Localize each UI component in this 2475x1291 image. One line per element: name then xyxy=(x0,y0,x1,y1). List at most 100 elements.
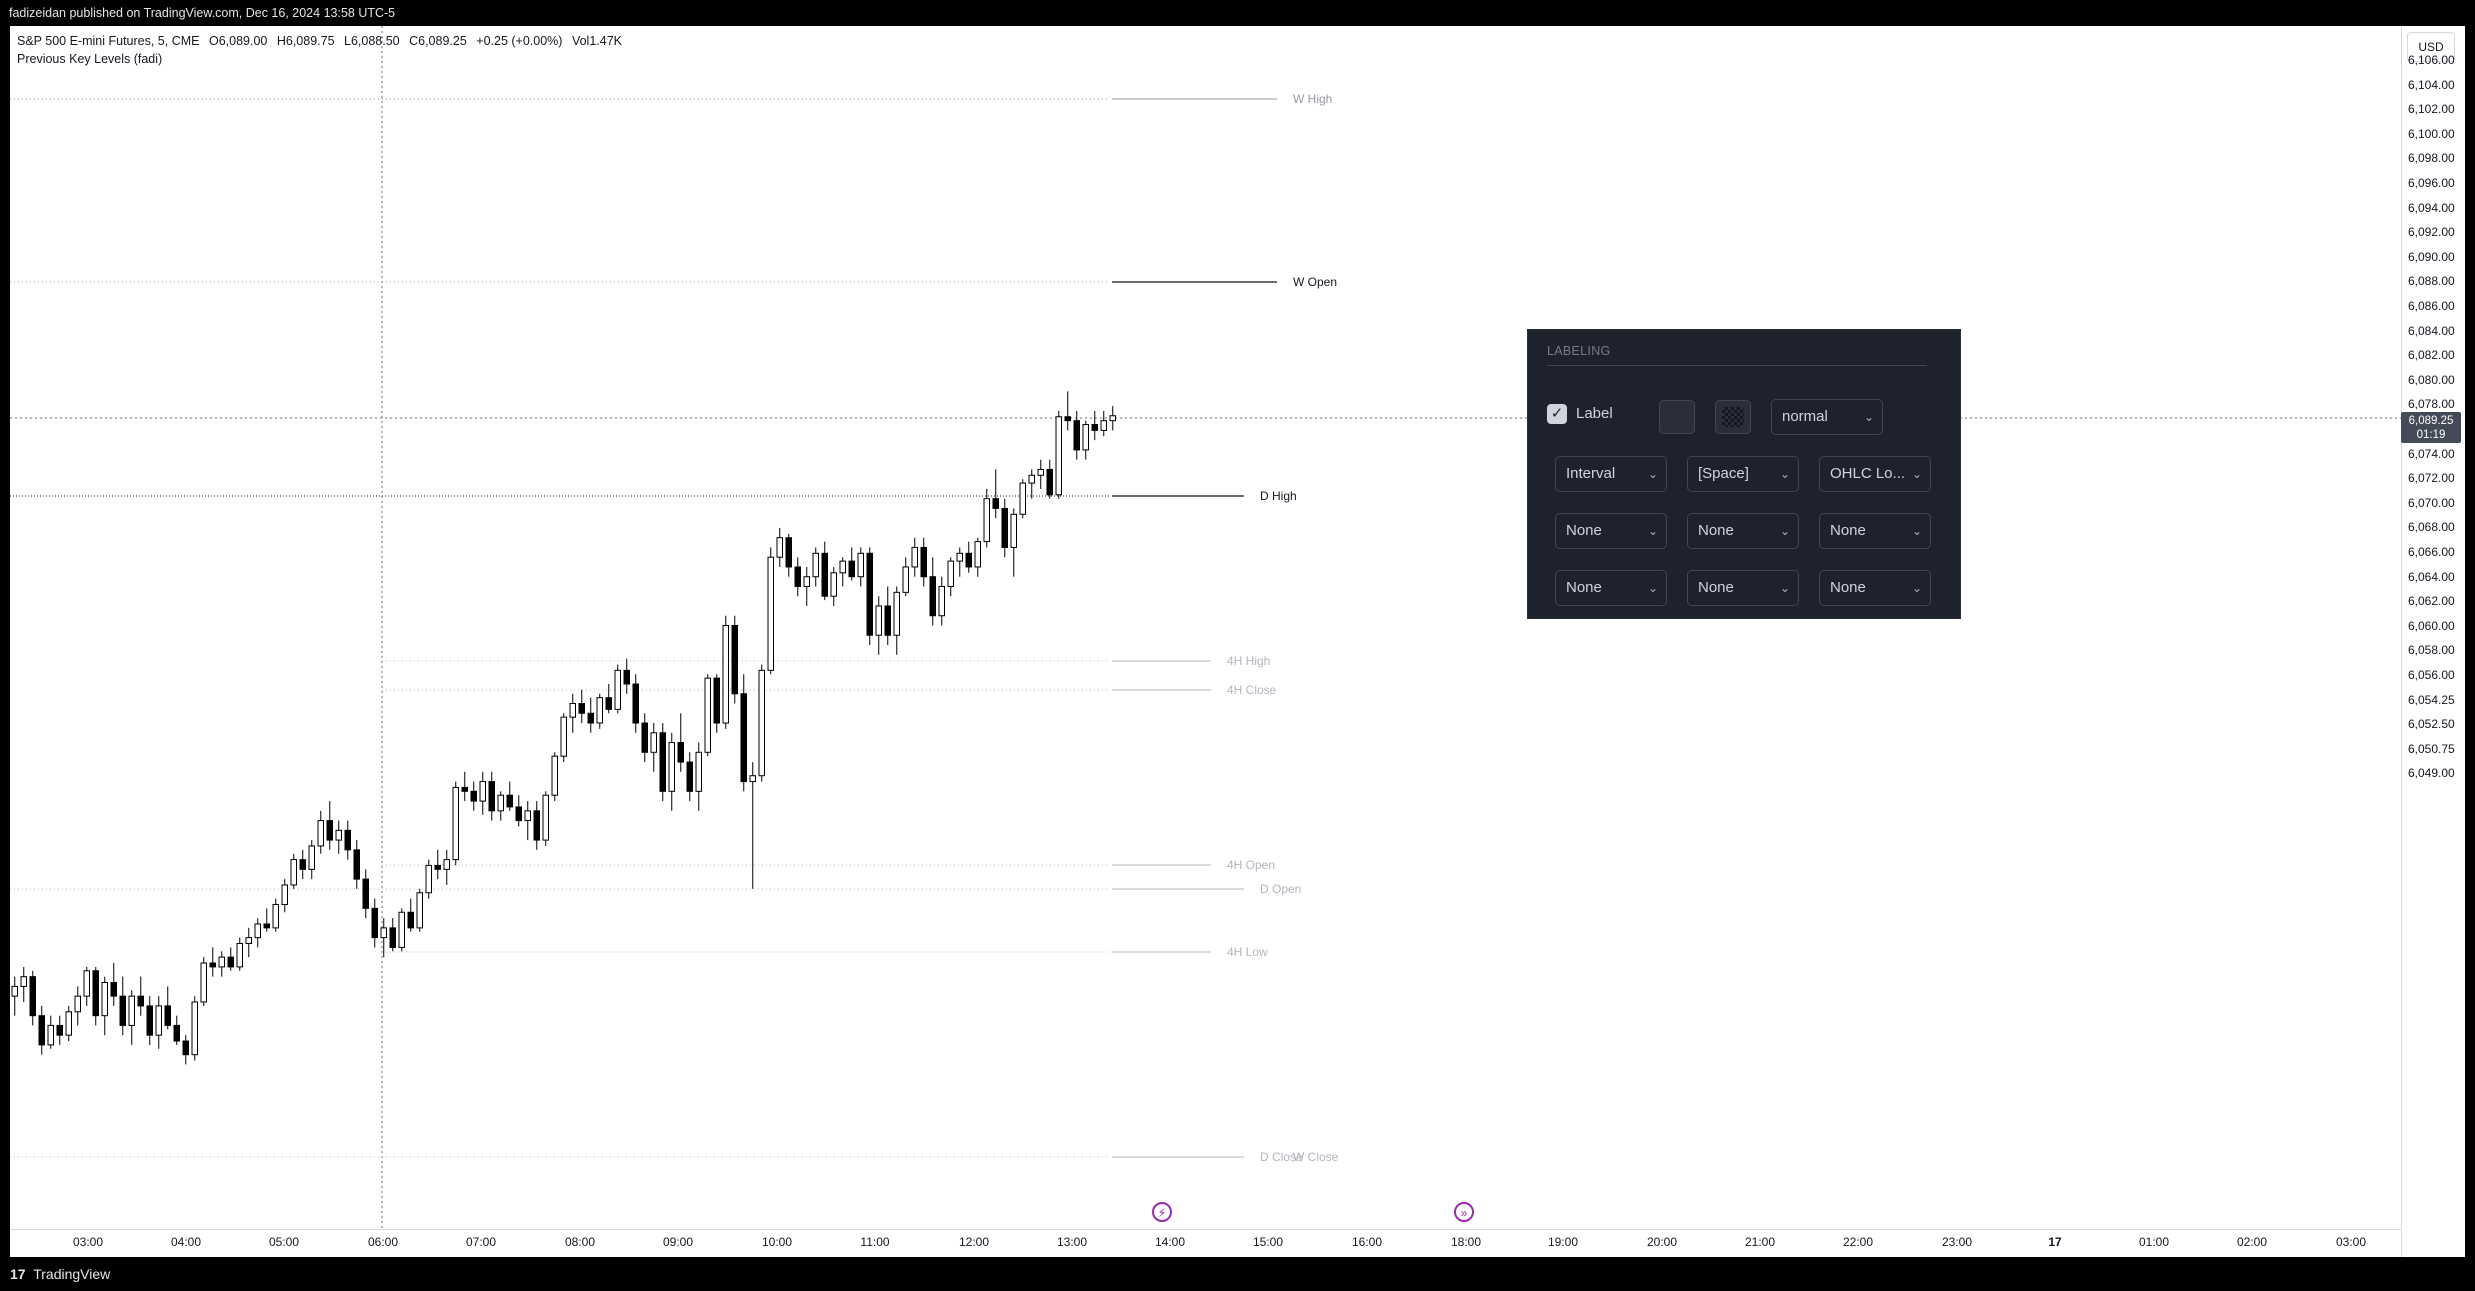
label-part-6-select[interactable]: None ⌄ xyxy=(1819,570,1931,606)
candle-body xyxy=(326,820,333,841)
label-part-4-value: None xyxy=(1830,522,1866,539)
candle-body xyxy=(1091,424,1098,431)
candle-body xyxy=(848,560,855,578)
candle-body xyxy=(29,976,36,1017)
price-tick-label: 6,086.00 xyxy=(2408,299,2455,313)
candle-body xyxy=(929,576,936,617)
label-part-1-select[interactable]: Interval ⌄ xyxy=(1555,456,1667,492)
label-separator-3-select[interactable]: None ⌄ xyxy=(1687,570,1799,606)
candle-body xyxy=(488,781,495,812)
candle-body xyxy=(524,810,531,822)
footer-brand[interactable]: TradingView xyxy=(33,1266,110,1282)
candle-body xyxy=(749,775,756,783)
candle-body xyxy=(398,911,405,948)
price-tick-label: 6,052.50 xyxy=(2408,717,2455,732)
candle-body xyxy=(317,820,324,847)
time-tick-label: 04:00 xyxy=(170,1235,202,1249)
time-tick-label: 15:00 xyxy=(1252,1235,1284,1249)
candle-body xyxy=(38,1015,45,1046)
labeling-settings-panel[interactable]: LABELING ✓ Label normal ⌄ Interval ⌄ [Sp… xyxy=(1527,329,1961,619)
candle-body xyxy=(542,794,549,841)
label-part-3-select[interactable]: None ⌄ xyxy=(1555,513,1667,549)
candle-body xyxy=(137,995,144,1007)
level-label-d-high: D High xyxy=(1260,489,1297,503)
legend-high: H6,089.75 xyxy=(276,34,335,48)
time-tick-label: 11:00 xyxy=(860,1235,890,1249)
chevron-down-icon: ⌄ xyxy=(1647,524,1658,538)
tradingview-logo-icon[interactable]: 17 xyxy=(10,1266,26,1282)
candle-body xyxy=(236,942,243,968)
candle-body xyxy=(245,937,252,944)
candle-body xyxy=(578,703,585,714)
candle-body xyxy=(110,982,117,997)
published-text: fadizeidan published on TradingView.com,… xyxy=(9,6,396,20)
candle-body xyxy=(686,761,693,792)
candle-body xyxy=(335,829,342,841)
candle-body xyxy=(794,566,801,587)
legend-low: L6,088.50 xyxy=(344,34,400,48)
candle-body xyxy=(560,716,567,757)
time-tick-label: 01:00 xyxy=(2138,1235,2170,1249)
price-tick-label: 6,102.00 xyxy=(2408,102,2455,117)
lightning-icon[interactable]: ⚡ xyxy=(1152,1202,1172,1222)
time-tick-label: 20:00 xyxy=(1646,1235,1678,1249)
label-part-4-select[interactable]: None ⌄ xyxy=(1819,513,1931,549)
price-tick-label: 6,058.00 xyxy=(2408,643,2455,658)
candle-body xyxy=(587,712,594,724)
legend-symbol[interactable]: S&P 500 E-mini Futures, 5, CME xyxy=(17,34,199,48)
candle-body xyxy=(731,624,738,695)
candle-body xyxy=(92,970,99,1017)
price-tick-label: 6,078.00 xyxy=(2408,397,2455,412)
level-label-w-close: W Close xyxy=(1293,1150,1339,1164)
double-arrow-icon[interactable]: » xyxy=(1454,1202,1474,1222)
candle-body xyxy=(704,677,711,753)
label-separator-1-select[interactable]: [Space] ⌄ xyxy=(1687,456,1799,492)
candle-body xyxy=(884,605,891,636)
candle-body xyxy=(272,903,279,929)
candle-body xyxy=(209,962,216,968)
label-part-3-value: None xyxy=(1566,522,1602,539)
price-tick-label: 6,074.00 xyxy=(2408,446,2455,461)
candle-body xyxy=(263,923,270,929)
candlestick-chart[interactable] xyxy=(10,26,2401,1229)
candle-body xyxy=(191,1001,198,1056)
candle-body xyxy=(866,552,873,636)
label-size-select[interactable]: normal ⌄ xyxy=(1771,399,1883,435)
label-separator-2-select[interactable]: None ⌄ xyxy=(1687,513,1799,549)
label-checkbox[interactable]: ✓ xyxy=(1547,404,1567,424)
bar-countdown: 01:19 xyxy=(2416,429,2446,441)
label-part-5-select[interactable]: None ⌄ xyxy=(1555,570,1667,606)
time-tick-label: 17 xyxy=(2048,1235,2062,1249)
candle-body xyxy=(515,806,522,822)
legend-indicator[interactable]: Previous Key Levels (fadi) xyxy=(17,52,162,66)
candle-body xyxy=(371,907,378,939)
candle-body xyxy=(533,810,540,841)
candle-body xyxy=(470,790,477,802)
candle-body xyxy=(425,864,432,894)
candle-body xyxy=(614,669,621,710)
label-part-5-value: None xyxy=(1566,579,1602,596)
candle-body xyxy=(506,794,513,808)
candle-body xyxy=(1037,468,1044,476)
label-part-2-select[interactable]: OHLC Lo... ⌄ xyxy=(1819,456,1931,492)
price-tick-label: 6,082.00 xyxy=(2408,348,2455,363)
candle-body xyxy=(128,995,135,1026)
time-tick-label: 13:00 xyxy=(1056,1235,1088,1249)
chart-pane[interactable]: S&P 500 E-mini Futures, 5, CME O6,089.00… xyxy=(10,26,2465,1257)
time-tick-label: 23:00 xyxy=(1941,1235,1973,1249)
label-color-swatch[interactable] xyxy=(1659,400,1695,434)
label-bg-color-swatch[interactable] xyxy=(1715,400,1751,434)
price-tick-label: 6,070.00 xyxy=(2408,495,2455,510)
price-tick-label: 6,092.00 xyxy=(2408,225,2455,240)
candle-body xyxy=(434,864,441,870)
candles-group xyxy=(11,391,1116,1065)
candle-body xyxy=(695,751,702,792)
legend-open: O6,089.00 xyxy=(208,34,268,48)
series-legend[interactable]: S&P 500 E-mini Futures, 5, CME O6,089.00… xyxy=(17,32,628,68)
time-tick-label: 03:00 xyxy=(2335,1235,2367,1249)
candle-body xyxy=(308,845,315,870)
candle-body xyxy=(803,576,810,587)
candle-body xyxy=(479,781,486,802)
candle-body xyxy=(380,927,387,939)
candle-body xyxy=(119,995,126,1026)
